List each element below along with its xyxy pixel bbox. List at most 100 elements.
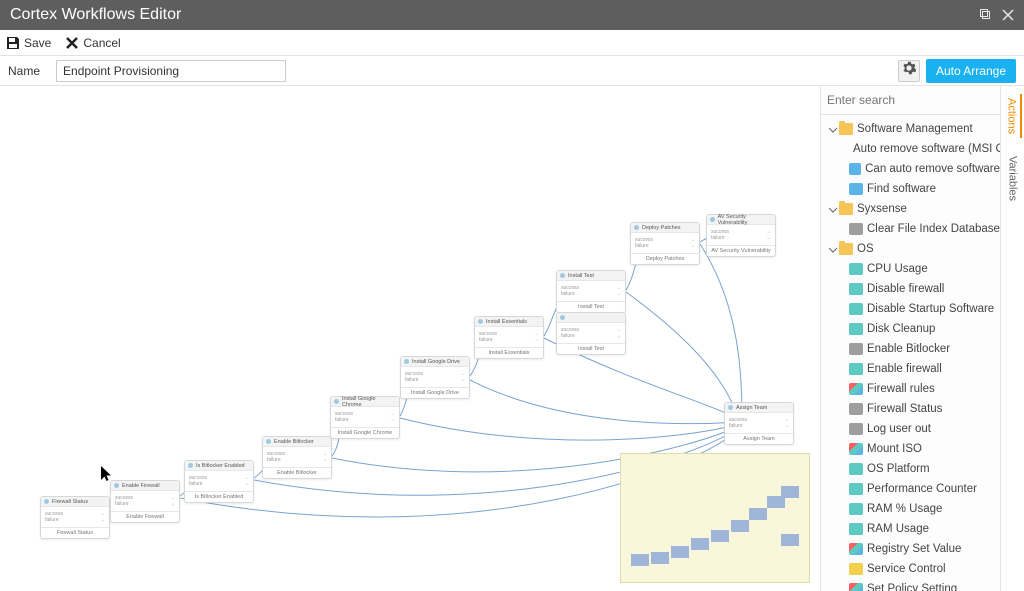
cancel-button[interactable]: Cancel: [65, 36, 120, 50]
action-icon: [849, 283, 863, 295]
chevron-down-icon: [829, 205, 837, 213]
action-label: Disk Cleanup: [867, 323, 935, 335]
tree-item[interactable]: Set Policy Setting: [821, 579, 1000, 591]
action-icon: [849, 463, 863, 475]
workflow-node[interactable]: Deploy Patchessuccess→failure→Deploy Pat…: [630, 222, 700, 265]
auto-arrange-button[interactable]: Auto Arrange: [926, 59, 1016, 83]
node-title: Enable Bitlocker: [274, 439, 314, 445]
tree-item[interactable]: OS Platform: [821, 459, 1000, 479]
side-rails: Actions Variables: [1000, 86, 1024, 591]
node-dot-icon: [560, 273, 565, 278]
tree-item[interactable]: Auto remove software (MSI O: [821, 139, 1000, 159]
workflow-node[interactable]: AV Security Vulnerabilitysuccess→failure…: [706, 214, 776, 257]
tree-folder[interactable]: Syxsense: [821, 199, 1000, 219]
tree-item[interactable]: Log user out: [821, 419, 1000, 439]
action-icon: [849, 523, 863, 535]
tree-item[interactable]: Firewall rules: [821, 379, 1000, 399]
action-icon: [849, 223, 863, 235]
workflow-node[interactable]: Install Essentialssuccess→failure→Instal…: [474, 316, 544, 359]
cursor-icon: [101, 466, 113, 487]
tree-item[interactable]: Mount ISO: [821, 439, 1000, 459]
action-icon: [849, 383, 863, 395]
search-input[interactable]: [827, 90, 994, 110]
tree-item[interactable]: Clear File Index Database: [821, 219, 1000, 239]
node-footer: Enable Bitlocker: [263, 467, 331, 478]
search-box: [821, 86, 1000, 115]
minimap[interactable]: [620, 453, 810, 583]
actions-panel: Software ManagementAuto remove software …: [820, 86, 1000, 591]
close-icon[interactable]: [1000, 7, 1016, 23]
action-icon: [849, 423, 863, 435]
action-icon: [849, 263, 863, 275]
action-label: Service Control: [867, 563, 946, 575]
workflow-node[interactable]: Install Google Drivesuccess→failure→Inst…: [400, 356, 470, 399]
action-label: Disable Startup Software: [867, 303, 994, 315]
tree-item[interactable]: Registry Set Value: [821, 539, 1000, 559]
workflow-node[interactable]: Assign Teamsuccess→failure→Assign Team: [724, 402, 794, 445]
tree-item[interactable]: Performance Counter: [821, 479, 1000, 499]
tree-item[interactable]: CPU Usage: [821, 259, 1000, 279]
node-title: Is Bitlocker Enabled: [196, 463, 245, 469]
action-label: CPU Usage: [867, 263, 928, 275]
action-icon: [849, 403, 863, 415]
tree-item[interactable]: Disk Cleanup: [821, 319, 1000, 339]
action-icon: [849, 543, 863, 555]
tree-item[interactable]: Can auto remove software: [821, 159, 1000, 179]
node-title: Install Google Chrome: [342, 396, 396, 408]
node-title: Deploy Patches: [642, 225, 681, 231]
node-footer: Is Bitlocker Enabled: [185, 491, 253, 502]
workflow-node[interactable]: Is Bitlocker Enabledsuccess→failure→Is B…: [184, 460, 254, 503]
workflow-node[interactable]: success→failure→Install Test: [556, 312, 626, 355]
tab-actions[interactable]: Actions: [1004, 94, 1022, 138]
namebar: Name Auto Arrange: [0, 56, 1024, 86]
actions-tree[interactable]: Software ManagementAuto remove software …: [821, 115, 1000, 591]
action-label: Registry Set Value: [867, 543, 961, 555]
minimap-block: [651, 552, 669, 564]
action-icon: [849, 483, 863, 495]
node-footer: Install Essentials: [475, 347, 543, 358]
tree-item[interactable]: Disable firewall: [821, 279, 1000, 299]
action-label: Mount ISO: [867, 443, 922, 455]
settings-button[interactable]: [898, 60, 920, 82]
node-title: Install Google Drive: [412, 359, 460, 365]
tree-folder[interactable]: Software Management: [821, 119, 1000, 139]
tree-folder[interactable]: OS: [821, 239, 1000, 259]
node-footer: Firewall Status: [41, 527, 109, 538]
workflow-node[interactable]: Install Testsuccess→failure→Install Test: [556, 270, 626, 313]
tree-item[interactable]: Enable Bitlocker: [821, 339, 1000, 359]
minimap-block: [781, 486, 799, 498]
workflow-node[interactable]: Enable Firewallsuccess→failure→Enable Fi…: [110, 480, 180, 523]
tree-item[interactable]: RAM Usage: [821, 519, 1000, 539]
tree-item[interactable]: Find software: [821, 179, 1000, 199]
action-icon: [849, 563, 863, 575]
cancel-label: Cancel: [83, 36, 120, 50]
save-button[interactable]: Save: [6, 36, 51, 50]
folder-icon: [839, 123, 853, 135]
workflow-name-input[interactable]: [56, 60, 286, 82]
node-footer: Install Google Chrome: [331, 427, 399, 438]
minimap-block: [691, 538, 709, 550]
toolbar: Save Cancel: [0, 30, 1024, 56]
node-title: AV Security Vulnerability: [718, 214, 772, 226]
workflow-node[interactable]: Install Google Chromesuccess→failure→Ins…: [330, 396, 400, 439]
restore-icon[interactable]: [978, 7, 994, 23]
workflow-node[interactable]: Enable Bitlockersuccess→failure→Enable B…: [262, 436, 332, 479]
action-label: Log user out: [867, 423, 931, 435]
node-footer: Enable Firewall: [111, 511, 179, 522]
tree-item[interactable]: Disable Startup Software: [821, 299, 1000, 319]
tree-item[interactable]: Service Control: [821, 559, 1000, 579]
tree-item[interactable]: Enable firewall: [821, 359, 1000, 379]
minimap-block: [749, 508, 767, 520]
tab-variables[interactable]: Variables: [1005, 152, 1021, 205]
action-label: Firewall rules: [867, 383, 935, 395]
workflow-node[interactable]: Firewall Statussuccess→failure→Firewall …: [40, 496, 110, 539]
workflow-canvas[interactable]: Firewall Statussuccess→failure→Firewall …: [0, 86, 820, 591]
node-dot-icon: [478, 319, 483, 324]
tree-item[interactable]: RAM % Usage: [821, 499, 1000, 519]
node-dot-icon: [266, 439, 271, 444]
chevron-down-icon: [829, 125, 837, 133]
tree-item[interactable]: Firewall Status: [821, 399, 1000, 419]
node-dot-icon: [114, 483, 119, 488]
folder-icon: [839, 243, 853, 255]
node-title: Install Essentials: [486, 319, 527, 325]
